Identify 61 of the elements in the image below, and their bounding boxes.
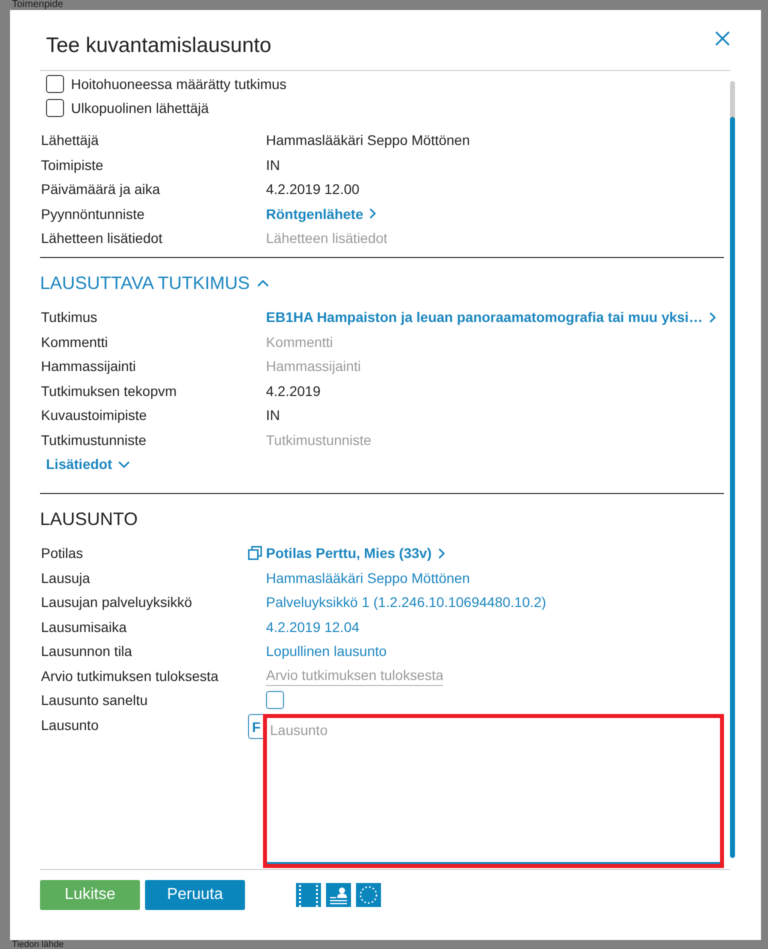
field-label: Lausuja [40, 568, 90, 588]
link[interactable]: Röntgenlähete [266, 206, 376, 222]
checkbox[interactable] [46, 75, 64, 93]
chevron-right-icon [369, 208, 376, 220]
checkbox-label: Hoitohuoneessa määrätty tutkimus [71, 76, 287, 92]
field-label: Lähetteen lisätiedot [40, 229, 162, 248]
dialog-title: Tee kuvantamislausunto [46, 33, 272, 59]
input-field[interactable]: Kommentti [266, 332, 333, 352]
field-label: Lausunto saneltu [40, 691, 148, 710]
checkbox-label: Ulkopuolinen lähettäjä [71, 100, 209, 116]
link[interactable]: EB1HA Hampaiston ja leuan panoraamatomografia tai muu yksi… [266, 309, 716, 326]
section-toggle[interactable]: LAUSUTTAVA TUTKIMUS [40, 271, 269, 295]
checkbox[interactable] [46, 99, 64, 117]
field-label: Lausunto [40, 716, 99, 734]
toolbar-button[interactable] [296, 883, 321, 907]
value-link[interactable]: Hammaslääkäri Seppo Möttönen [266, 570, 470, 586]
field-label: Toimipiste [40, 156, 104, 175]
confirm-button[interactable]: Lukitse [40, 880, 140, 910]
value-link[interactable]: Lopullinen lausunto [266, 643, 387, 660]
value-link[interactable]: Palveluyksikkö 1 (1.2.246.10.10694480.10.2) [266, 594, 546, 610]
cancel-button[interactable]: Peruuta [145, 880, 245, 910]
field-label: Kuvaustoimipiste [40, 406, 147, 425]
more-info-toggle[interactable]: Lisätiedot [46, 452, 130, 476]
close-button[interactable] [715, 31, 730, 46]
value-link[interactable]: 4.2.2019 12.04 [266, 618, 360, 635]
field-label: Potilas [40, 544, 84, 563]
field-value: 4.2.2019 12.00 [266, 181, 360, 198]
close-icon [715, 31, 730, 46]
field-label: Arvio tutkimuksen tuloksesta [40, 666, 218, 686]
field-value: IN [266, 407, 280, 424]
field-label: Pyynnöntunniste [40, 204, 145, 224]
field-label: Lausunnon tila [40, 642, 132, 661]
field-label: Tutkimuksen tekopvm [40, 382, 177, 401]
field-label: Lähettäjä [40, 131, 99, 150]
film-strip-icon [296, 883, 321, 907]
field-label: Tutkimus [40, 308, 98, 327]
toolbar-button[interactable] [356, 883, 381, 907]
page-title: Toimenpide [12, 0, 64, 10]
field-label: Lausujan palveluyksikkö [40, 593, 192, 612]
field-label: Lausumisaika [40, 618, 127, 636]
field-label: Hammassijainti [40, 357, 136, 376]
chevron-right-icon [438, 548, 445, 559]
contact-card-icon [326, 883, 351, 907]
checkbox[interactable] [266, 691, 284, 710]
field-label: Tiedon lähde [12, 940, 64, 949]
section-heading: LAUSUNTO [40, 508, 138, 531]
field-label: Tutkimustunniste [40, 430, 146, 450]
field-value: 4.2.2019 [266, 382, 320, 399]
input-field[interactable]: Lähetteen lisätiedot [266, 228, 388, 248]
copy-icon [248, 546, 262, 560]
toolbar-button[interactable] [326, 883, 351, 907]
field-label: Kommentti [40, 332, 108, 352]
field-label: Päivämäärä ja aika [40, 180, 160, 199]
field-value: Hammaslääkäri Seppo Möttönen [266, 132, 470, 148]
input-field[interactable]: Hammassijainti [266, 356, 361, 376]
text-area[interactable]: Lausunto [263, 714, 724, 868]
chevron-right-icon [708, 312, 716, 323]
input-field[interactable]: Arvio tutkimuksen tuloksesta [266, 666, 444, 686]
field-value: IN [266, 156, 280, 173]
patient-link[interactable]: Potilas Perttu, Mies (33v) [248, 545, 445, 562]
input-field[interactable]: Tutkimustunniste [266, 430, 372, 450]
